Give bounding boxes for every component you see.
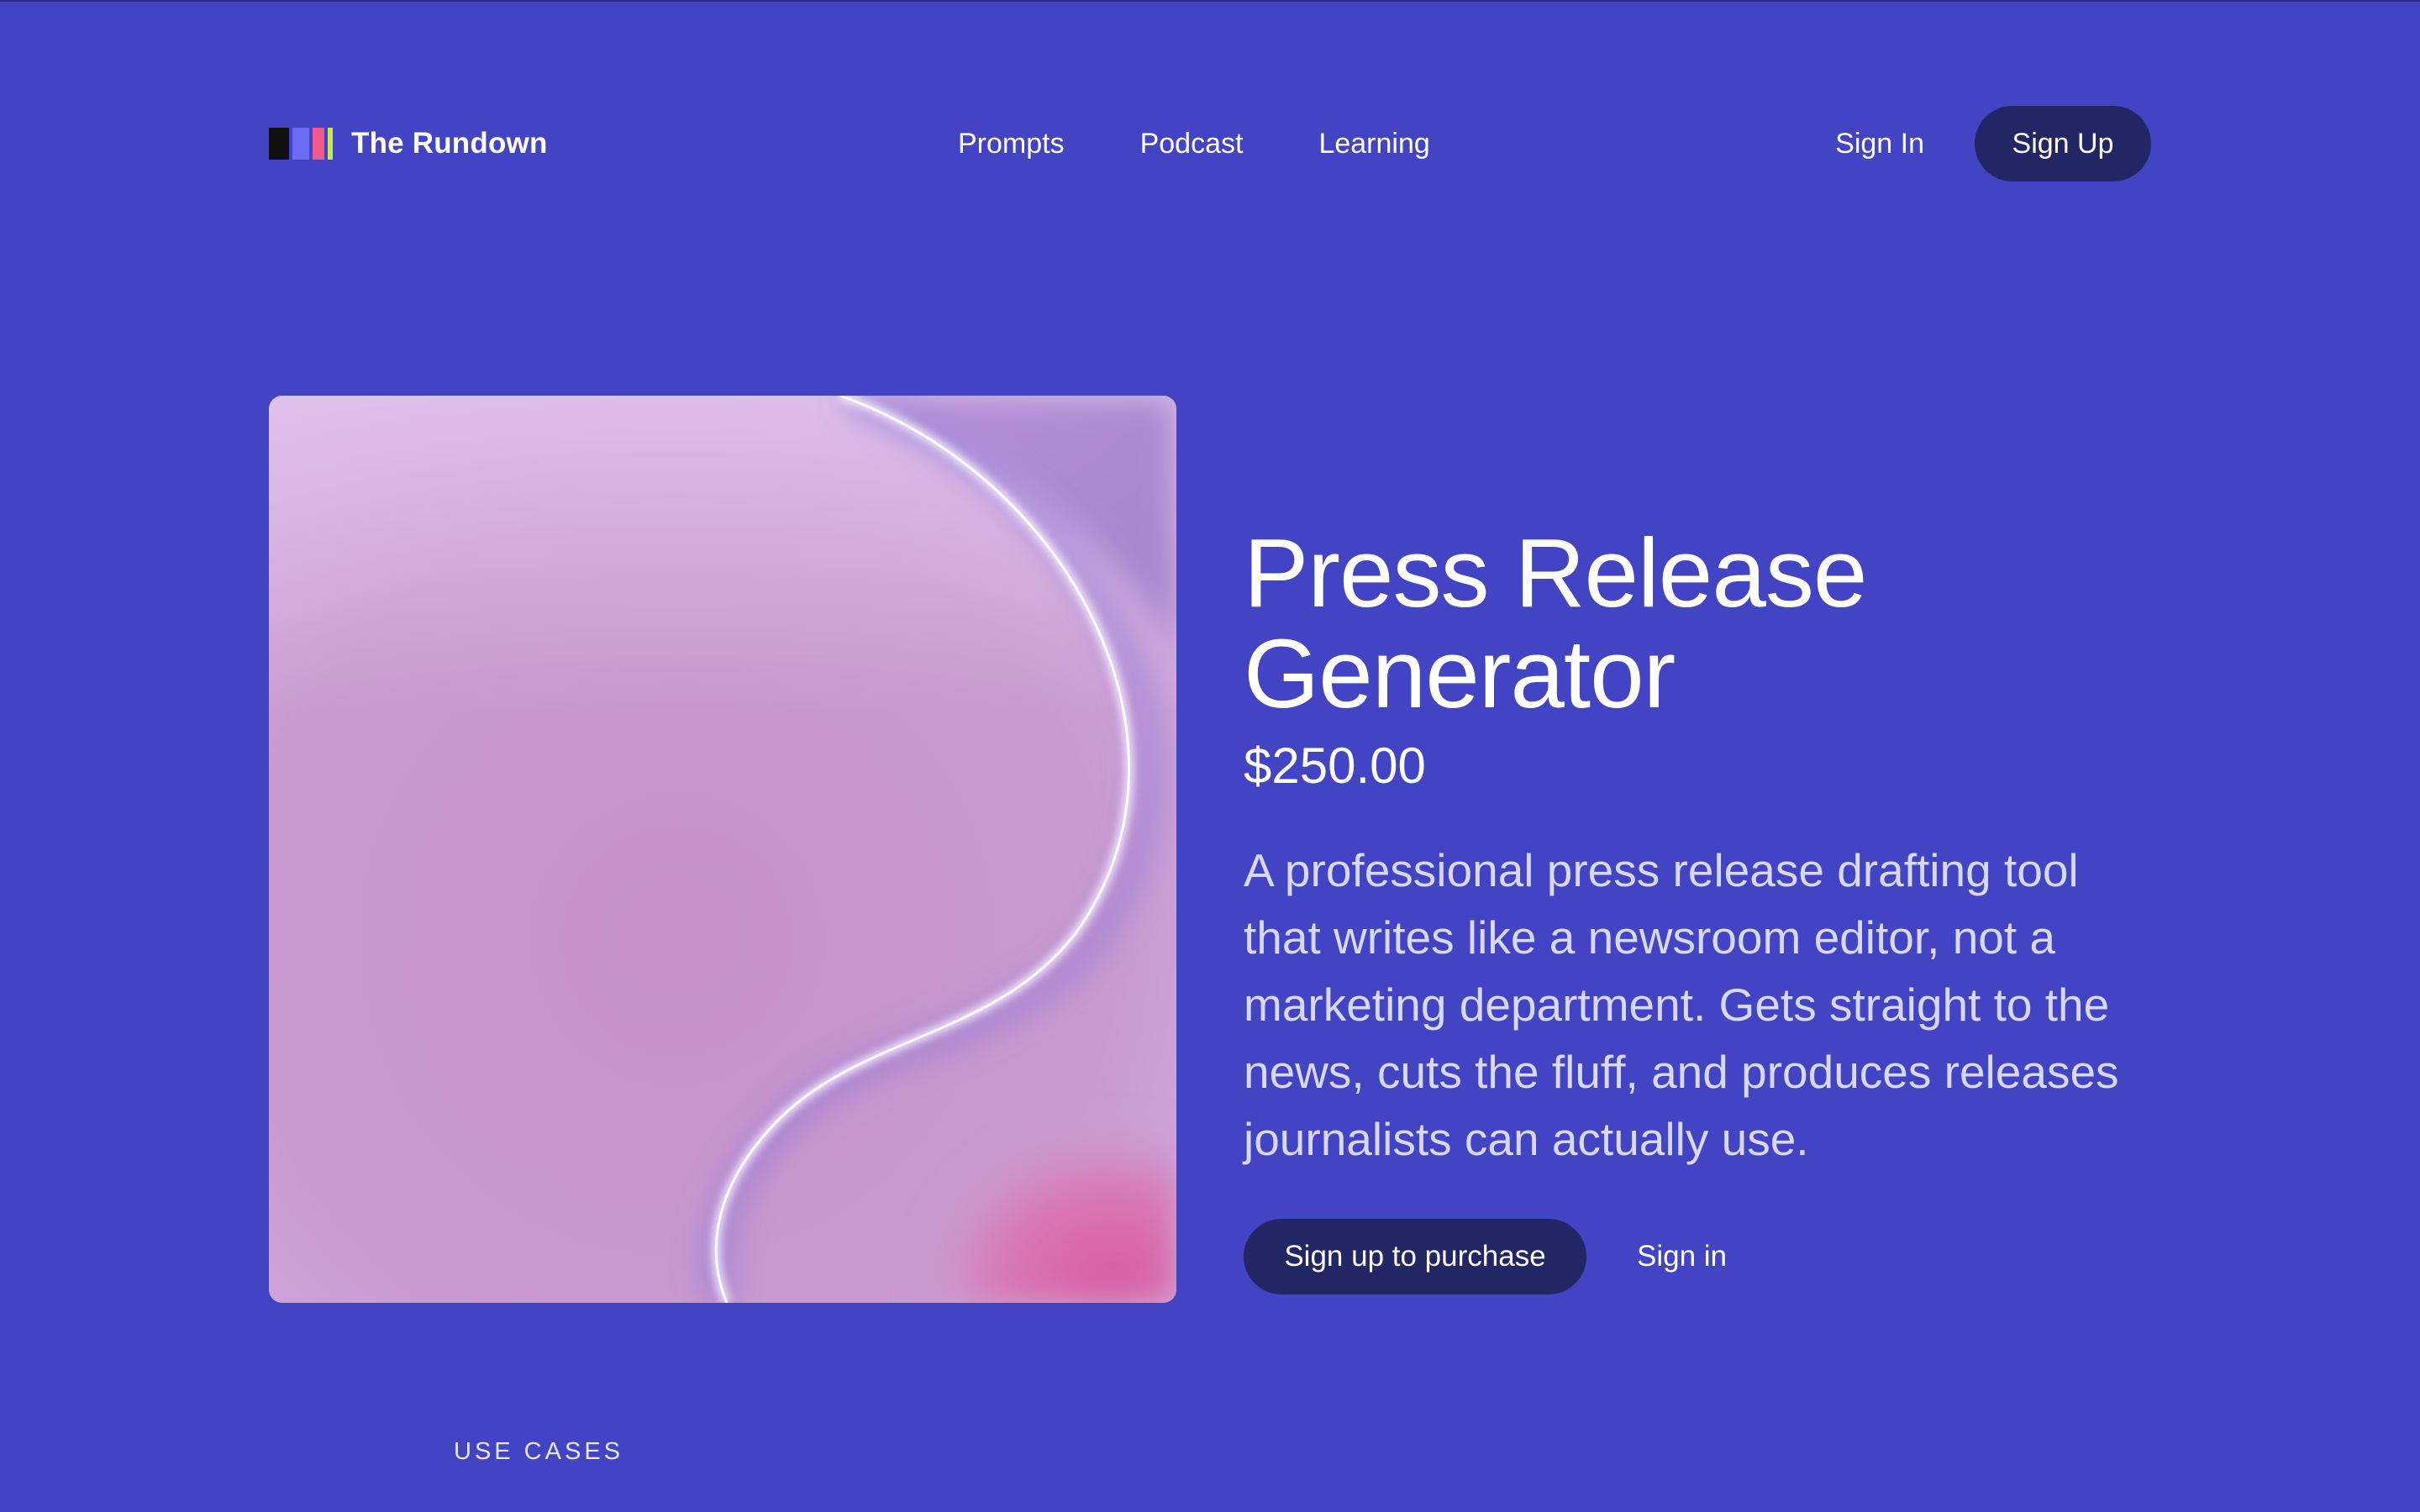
site-header: The Rundown Prompts Podcast Learning Sig… [269, 106, 2151, 181]
main-nav: Prompts Podcast Learning [958, 106, 1430, 181]
page: The Rundown Prompts Podcast Learning Sig… [0, 0, 2420, 1512]
auth-actions: Sign In Sign Up [1835, 106, 2151, 181]
nav-link-podcast[interactable]: Podcast [1140, 128, 1244, 160]
use-cases-heading: USE CASES [454, 1438, 623, 1465]
brand-name: The Rundown [351, 127, 548, 160]
logo-bar-pink [313, 128, 324, 160]
product-actions: Sign up to purchase Sign in [1244, 1219, 2151, 1294]
sign-up-to-purchase-button[interactable]: Sign up to purchase [1244, 1219, 1586, 1294]
sign-up-button[interactable]: Sign Up [1975, 106, 2151, 181]
product-description: A professional press release drafting to… [1244, 844, 2119, 1165]
brand-logo-link[interactable]: The Rundown [269, 106, 548, 181]
product-price: $250.00 [1244, 738, 1426, 794]
logo-bar-lime [328, 128, 333, 160]
sign-in-link[interactable]: Sign In [1835, 128, 1924, 160]
abstract-gradient-artwork [269, 396, 1176, 1303]
product-title: Press Release Generator [1244, 518, 1867, 728]
logo-bar-violet [292, 128, 309, 160]
brand-logo-icon [269, 128, 333, 160]
logo-bar-black [269, 128, 289, 160]
sign-in-secondary-link[interactable]: Sign in [1637, 1240, 1727, 1273]
product-image [269, 396, 1176, 1303]
product-info: Press Release Generator $250.00 A profes… [1244, 522, 2151, 1294]
nav-link-learning[interactable]: Learning [1318, 128, 1429, 160]
nav-link-prompts[interactable]: Prompts [958, 128, 1065, 160]
